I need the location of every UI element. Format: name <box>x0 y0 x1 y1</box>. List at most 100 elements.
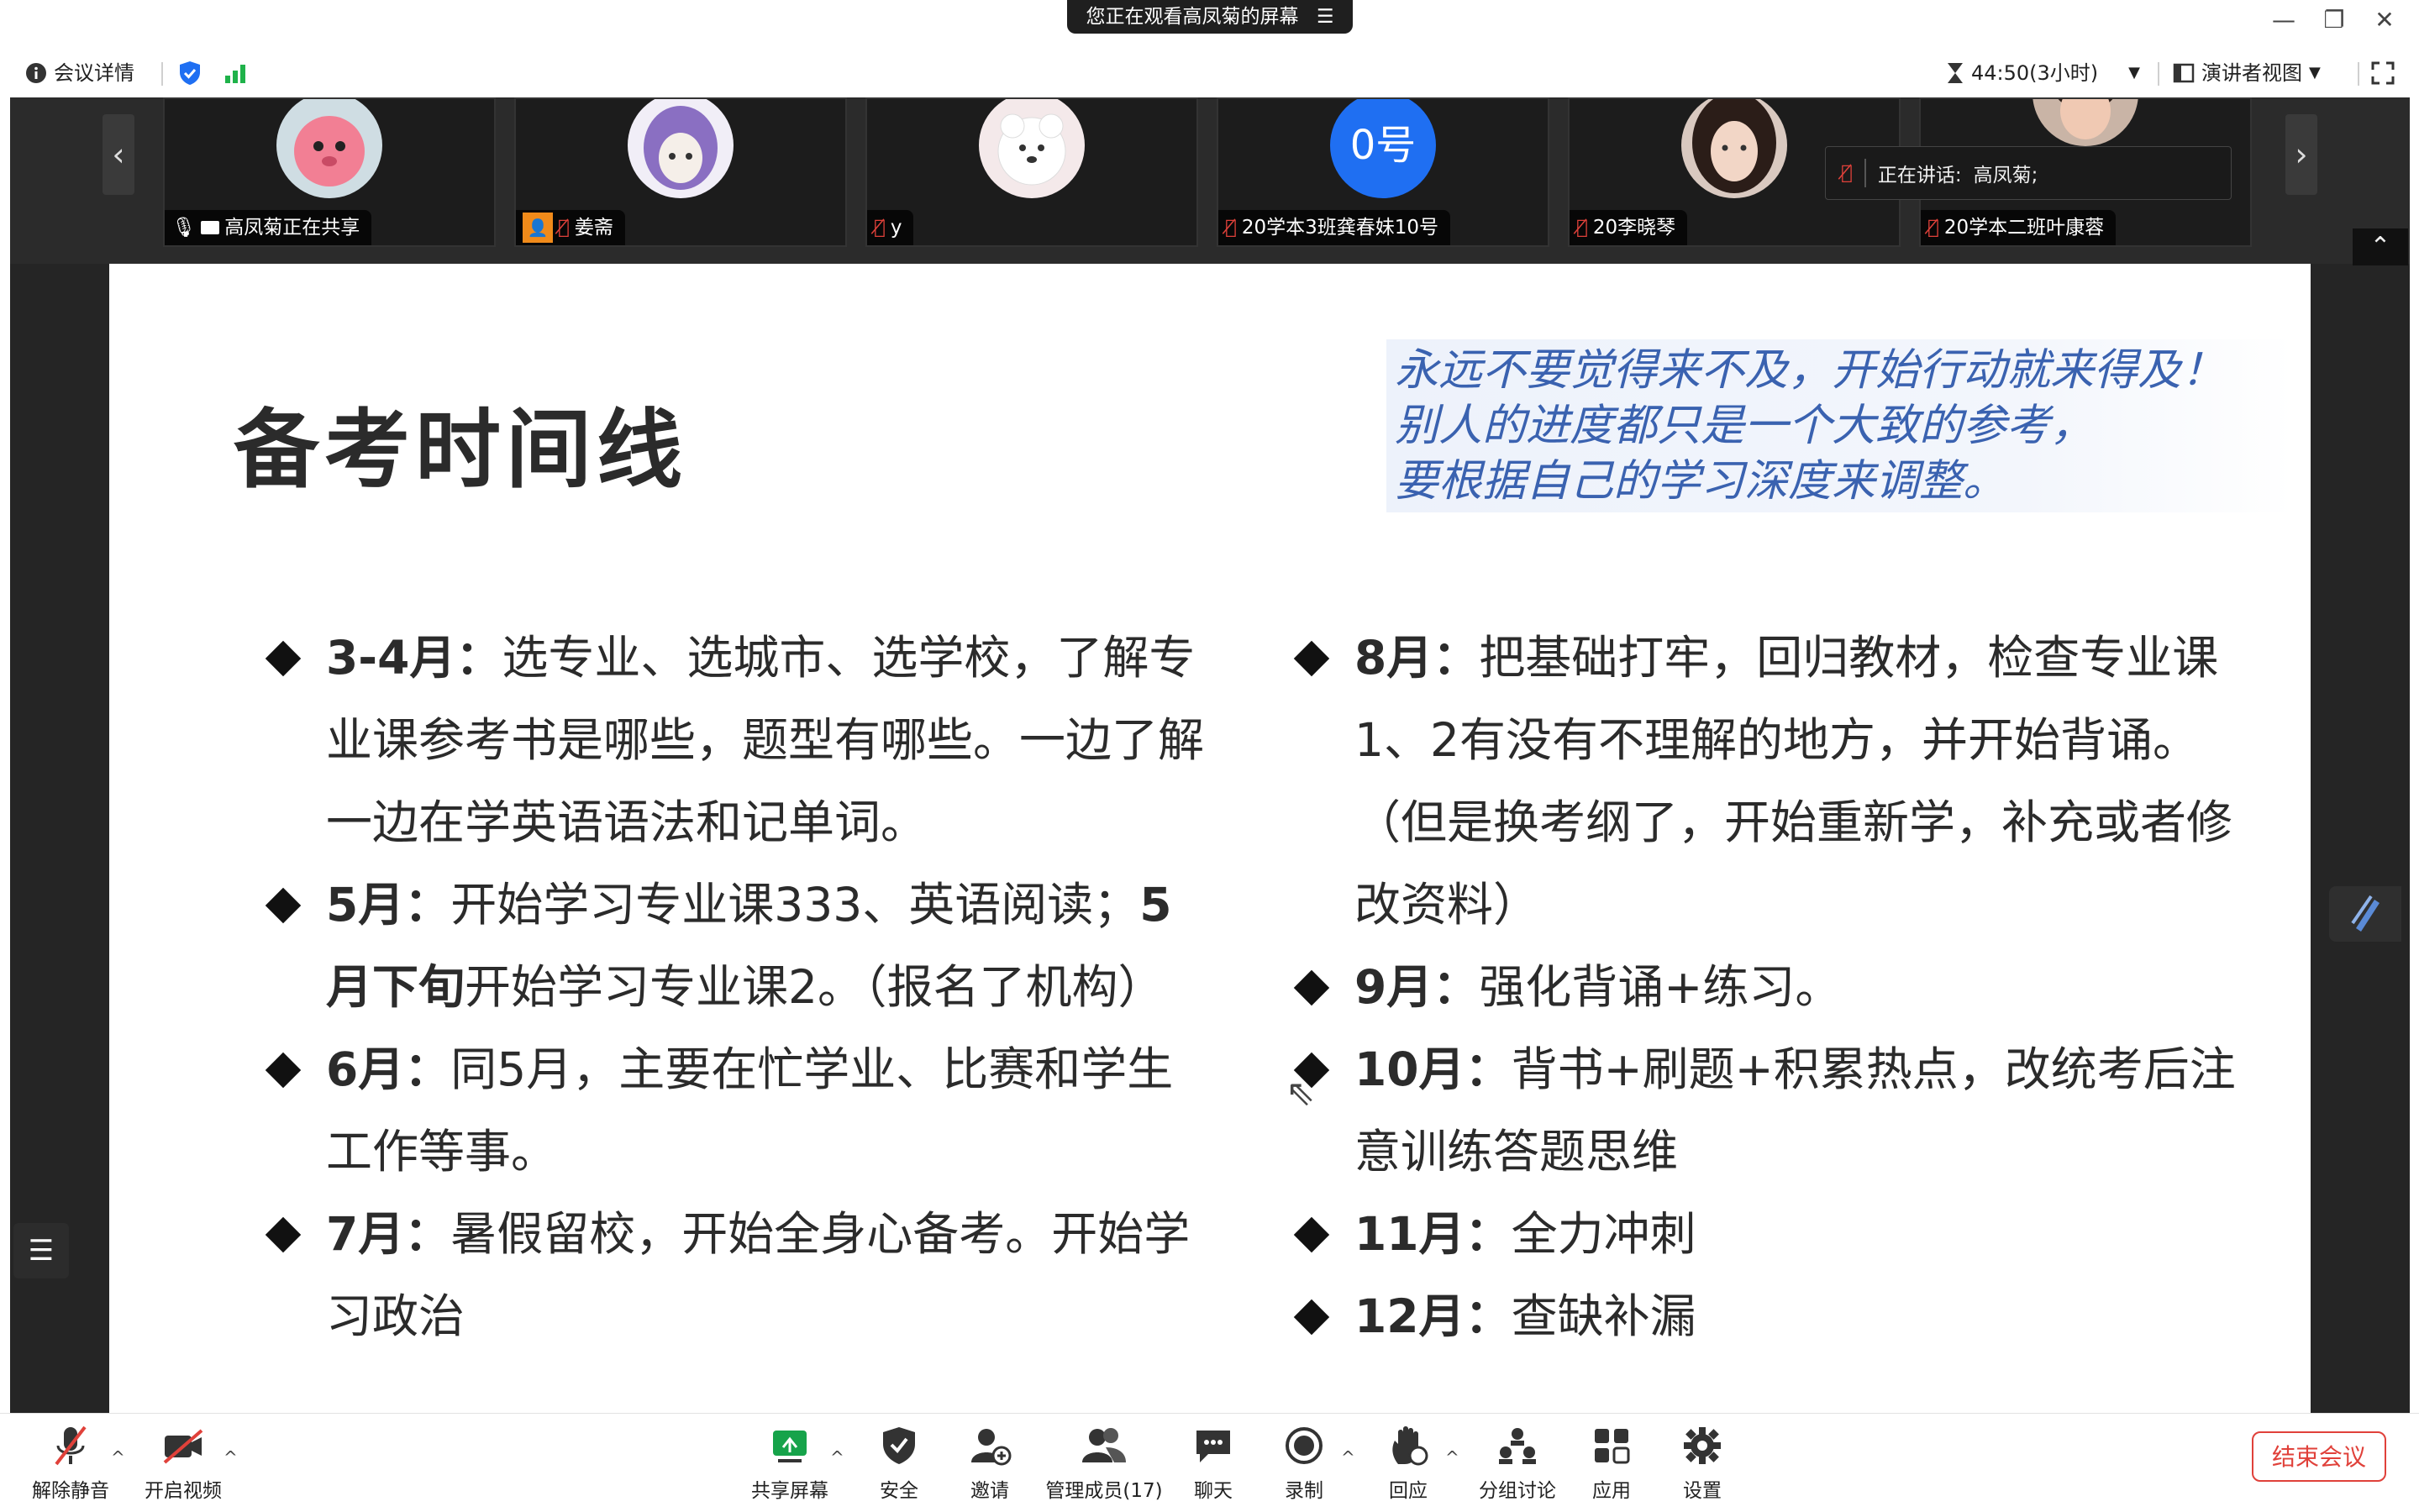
participant-tile[interactable]: 🎙 高凤菊正在共享 <box>163 97 496 247</box>
chevron-up-icon[interactable]: ^ <box>223 1447 238 1467</box>
timeline-text: 全力冲刺 <box>1511 1207 1696 1261</box>
shield-icon <box>883 1427 915 1464</box>
network-status[interactable] <box>223 59 247 87</box>
minimize-button[interactable]: — <box>2267 5 2301 35</box>
chevron-up-icon[interactable]: ^ <box>1341 1447 1355 1467</box>
title-bar: 您正在观看高凤菊的屏幕 ☰ — ❐ ✕ <box>0 0 2419 40</box>
restore-button[interactable]: ❐ <box>2317 5 2351 35</box>
timeline-month: 9月 <box>1354 960 1433 1014</box>
record-button[interactable]: 录制 <box>1254 1422 1354 1503</box>
end-meeting-button[interactable]: 结束会议 <box>2252 1431 2386 1482</box>
timeline-separator: ： <box>404 1207 451 1261</box>
menu-icon[interactable]: ☰ <box>1317 6 1334 28</box>
participant-name: 20李晓琴 <box>1592 217 1676 239</box>
screen-share-icon <box>201 221 220 234</box>
security-button[interactable]: 安全 <box>849 1422 949 1503</box>
chevron-right-icon: › <box>2295 136 2308 173</box>
participant-tile[interactable]: 🎙̸ y <box>865 97 1198 247</box>
diamond-bullet-icon <box>1293 1299 1330 1336</box>
react-button[interactable]: 回应 <box>1358 1422 1459 1503</box>
breakout-button[interactable]: 分组讨论 <box>1467 1422 1568 1503</box>
avatar <box>276 99 382 198</box>
participant-name: 20学本二班叶康蓉 <box>1943 217 2105 239</box>
chevron-up-icon[interactable]: ^ <box>111 1447 125 1467</box>
collapse-strip-button[interactable]: ⌃ <box>2353 228 2408 265</box>
meeting-timer[interactable]: 44:50(3小时) ▼ <box>1946 59 2140 87</box>
share-screen-label: 共享屏幕 <box>751 1480 828 1502</box>
timeline-item: 10月：背书+刷题+积累热点，改统考后注意训练答题思维 <box>1293 1028 2253 1193</box>
mic-muted-icon: 🎙̸ <box>1225 217 1237 239</box>
share-notice-banner[interactable]: 您正在观看高凤菊的屏幕 ☰ <box>1067 0 1353 34</box>
fullscreen-button[interactable] <box>2371 59 2395 87</box>
close-button[interactable]: ✕ <box>2368 5 2401 35</box>
timeline-item: 11月：全力冲刺 <box>1293 1193 2253 1275</box>
manage-members-label: 管理成员(17) <box>1045 1480 1163 1502</box>
chat-label: 聊天 <box>1194 1480 1233 1502</box>
hourglass-icon <box>1948 63 1963 83</box>
apps-grid-icon <box>1595 1429 1630 1464</box>
participant-label: 👤 🎙̸ 姜斋 <box>516 210 625 245</box>
participant-label: 🎙̸ y <box>867 210 914 245</box>
info-icon <box>26 63 46 83</box>
shield-check-icon <box>180 61 200 85</box>
timeline-month: 12月 <box>1354 1289 1465 1343</box>
mic-muted-icon: 🎙̸ <box>1927 217 1939 239</box>
avatar <box>979 99 1085 198</box>
chevron-up-icon[interactable]: ^ <box>830 1447 844 1467</box>
timeline-item: 6月：同5月，主要在忙学业、比赛和学生工作等事。 <box>265 1028 1217 1193</box>
unmute-button[interactable]: 解除静音 <box>20 1422 121 1503</box>
chevron-down-icon[interactable]: ▼ <box>2128 59 2140 87</box>
settings-button[interactable]: 设置 <box>1652 1422 1753 1503</box>
diamond-bullet-icon <box>1293 969 1330 1006</box>
timeline-month: 8月 <box>1354 631 1433 685</box>
share-notice-text: 您正在观看高凤菊的屏幕 <box>1086 6 1299 28</box>
timeline-right-column: 8月：把基础打牢，回归教材，检查专业课1、2有没有不理解的地方，并开始背诵。（但… <box>1293 617 2253 1357</box>
invite-button[interactable]: 邀请 <box>939 1422 1040 1503</box>
view-mode-label: 演讲者视图 <box>2201 61 2302 85</box>
active-speaker-indicator: 🎙̸ 正在讲话: 高凤菊; <box>1825 146 2232 200</box>
divider <box>161 62 163 86</box>
meeting-details-label: 会议详情 <box>54 61 134 85</box>
timeline-month: 6月 <box>326 1042 405 1096</box>
timeline-item: 3-4月：选专业、选城市、选学校，了解专业课参考书是哪些，题型有哪些。一边了解一… <box>265 617 1217 864</box>
apps-button[interactable]: 应用 <box>1561 1422 1662 1503</box>
participant-tile[interactable]: 👤 🎙̸ 姜斋 <box>514 97 847 247</box>
speaking-label: 正在讲话: <box>1877 165 1962 186</box>
timeline-item: 7月：暑假留校，开始全身心备考。开始学习政治 <box>265 1193 1217 1357</box>
divider <box>1864 159 1866 187</box>
manage-members-button[interactable]: 管理成员(17) <box>1045 1422 1163 1503</box>
participant-name: 20学本3班龚春妹10号 <box>1241 217 1438 239</box>
participant-name: 高凤菊正在共享 <box>224 217 360 239</box>
security-status[interactable] <box>178 59 202 87</box>
participant-tile[interactable]: 0号 🎙̸ 20学本3班龚春妹10号 <box>1217 97 1549 247</box>
meeting-toolbar: 解除静音 ^ 开启视频 ^ 共享屏幕 ^ 安全 邀请 管理成员(17) 聊天 录… <box>0 1413 2419 1512</box>
timeline-separator: ： <box>1465 1207 1512 1261</box>
gear-icon <box>1684 1427 1721 1464</box>
start-video-button[interactable]: 开启视频 <box>133 1422 234 1503</box>
react-label: 回应 <box>1389 1480 1428 1502</box>
timeline-separator: ： <box>404 1042 451 1096</box>
avatar <box>1681 99 1787 198</box>
timeline-separator: ： <box>1465 1042 1512 1096</box>
divider <box>2158 62 2159 86</box>
timeline-item: 12月：查缺补漏 <box>1293 1275 2253 1357</box>
annotation-button[interactable] <box>2329 886 2401 942</box>
chevron-left-icon: ‹ <box>112 136 125 173</box>
chat-button[interactable]: 聊天 <box>1163 1422 1264 1503</box>
layout-icon <box>2173 63 2195 83</box>
divider <box>2358 62 2359 86</box>
next-page-button[interactable]: › <box>2285 114 2317 195</box>
avatar <box>628 99 734 198</box>
timeline-item: 5月：开始学习专业课333、英语阅读；5月下旬开始学习专业课2。（报名了机构） <box>265 864 1217 1028</box>
chevron-up-icon[interactable]: ^ <box>1445 1447 1459 1467</box>
view-mode-selector[interactable]: 演讲者视图 ▼ <box>2173 59 2321 87</box>
meeting-details-button[interactable]: 会议详情 <box>25 59 134 87</box>
share-screen-button[interactable]: 共享屏幕 <box>739 1422 840 1503</box>
quote-line: 永远不要觉得来不及，开始行动就来得及！ <box>1395 345 2226 396</box>
participant-label: 🎙̸ 20学本3班龚春妹10号 <box>1218 210 1450 245</box>
timeline-separator: ： <box>1465 1289 1512 1343</box>
list-menu-button[interactable]: ☰ <box>13 1223 69 1278</box>
prev-page-button[interactable]: ‹ <box>103 114 134 195</box>
timeline-text: 开始学习专业课333、英语阅读； <box>450 878 1140 932</box>
timeline-text: 开始学习专业课2。（报名了机构） <box>465 960 1165 1014</box>
